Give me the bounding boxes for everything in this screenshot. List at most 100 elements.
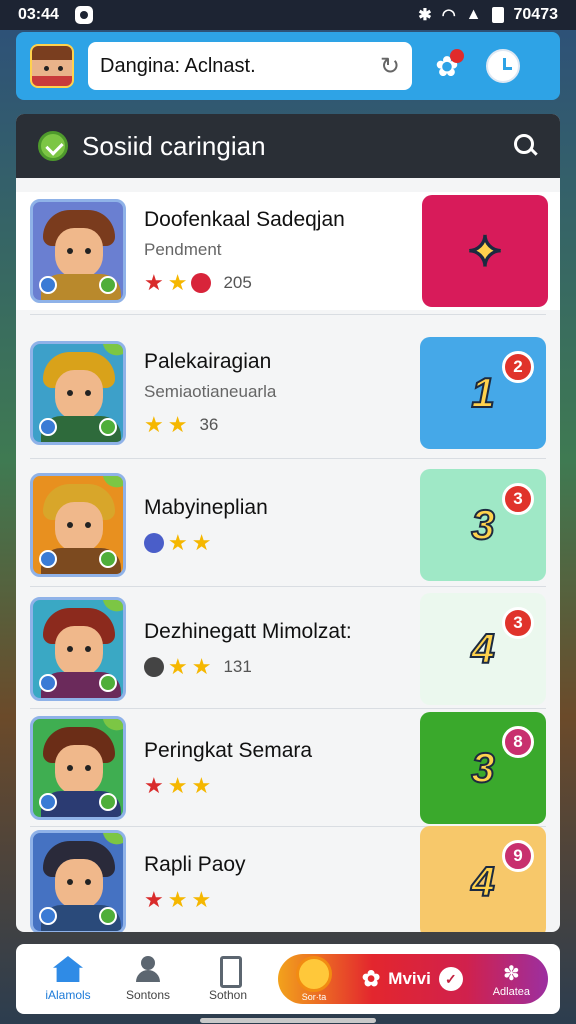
game-name: Rapli Paoy (144, 853, 246, 876)
game-rating: ★ ★ 36 (144, 414, 420, 436)
game-avatar[interactable] (30, 597, 126, 701)
leaf-icon (102, 476, 123, 492)
panel-title: Sosiid caringian (82, 130, 266, 161)
star-icon: ★ (168, 654, 188, 679)
game-name: Palekairagian (144, 350, 272, 373)
people-icon (133, 956, 163, 982)
promo-right-label: Adlatea (492, 985, 530, 998)
badge-icon (99, 793, 117, 811)
game-row[interactable]: Mabyineplian ★ ★ 3 3 (30, 468, 546, 582)
star-icon: ★ (167, 887, 188, 912)
history-button[interactable] (482, 45, 524, 87)
star-icon: ★ (191, 654, 212, 679)
game-count: 205 (223, 273, 252, 292)
badge-icon (39, 793, 57, 811)
avatar[interactable] (30, 44, 74, 88)
leaf-icon (102, 344, 123, 360)
star-icon: ★ (144, 270, 164, 295)
promo-button[interactable]: Sor·ta ✿ Mvivi ✓ ✽ Adlatea (278, 954, 548, 1004)
badge-icon (39, 550, 57, 568)
rank-button[interactable]: 3 8 (420, 712, 546, 824)
promo-label: Mvivi (388, 969, 431, 988)
nav-item-home[interactable]: iAlamols (28, 956, 108, 1002)
rank-button[interactable]: 3 3 (420, 469, 546, 581)
star-icon: ★ (144, 773, 164, 798)
clock-icon (486, 49, 520, 83)
game-avatar[interactable] (30, 473, 126, 577)
bottom-nav: iAlamols Sontons Sothon Sor·ta ✿ Mvivi ✓… (16, 944, 560, 1014)
star-icon: ★ (191, 887, 212, 912)
star-icon: ★ (191, 530, 212, 555)
rank-button[interactable]: 4 9 (420, 826, 546, 932)
nav-label-device: Sothon (208, 988, 248, 1002)
game-rating: ★ ★ 131 (144, 656, 420, 678)
badge-icon (39, 674, 57, 692)
home-icon (53, 956, 83, 982)
game-subtitle: Pendment (144, 240, 222, 259)
rank-badge: 3 (502, 483, 534, 515)
bluetooth-icon: ✱ (418, 7, 432, 24)
row-divider (30, 458, 546, 459)
signal-icon: ▲ (465, 6, 482, 23)
nav-label-friends: Sontons (125, 988, 171, 1002)
game-count: 36 (199, 415, 219, 434)
home-indicator[interactable] (200, 1018, 376, 1023)
game-rating: ★ ★ 205 (144, 272, 422, 294)
rank-button[interactable]: ✦ (422, 195, 548, 307)
ticket-icon (296, 956, 332, 992)
game-row[interactable]: Rapli Paoy ★ ★ ★ 4 9 (30, 826, 546, 932)
search-icon[interactable] (514, 134, 538, 158)
leaf-icon (102, 719, 123, 735)
game-avatar[interactable] (30, 341, 126, 445)
app-notification-icon (74, 6, 93, 24)
game-row[interactable]: Dezhinegatt Mimolzat: ★ ★ 131 4 3 (30, 593, 546, 705)
badge-icon (99, 674, 117, 692)
game-avatar[interactable] (30, 716, 126, 820)
rank-badge: 8 (502, 726, 534, 758)
badge-icon (39, 418, 57, 436)
game-name: Doofenkaal Sadeqjan (144, 208, 345, 231)
game-name: Peringkat Semara (144, 739, 313, 762)
nav-item-device[interactable]: Sothon (188, 956, 268, 1002)
star-flower-icon: ✽ (502, 962, 520, 985)
star-icon: ★ (167, 773, 188, 798)
game-rating: ★ ★ (144, 532, 420, 554)
rank-badge: 9 (502, 840, 534, 872)
row-divider (30, 586, 546, 587)
badge-icon (39, 276, 57, 294)
rank-badge: 2 (502, 351, 534, 383)
nav-item-friends[interactable]: Sontons (108, 956, 188, 1002)
rank-number: 4 (470, 624, 495, 673)
star-icon: ★ (144, 887, 164, 912)
game-row[interactable]: Doofenkaal Sadeqjan Pendment ★ ★ 205 ✦ (16, 192, 560, 310)
game-avatar[interactable] (30, 199, 126, 303)
battery-icon (491, 7, 504, 23)
rank-badge: 3 (502, 607, 534, 639)
refresh-icon[interactable]: ↻ (380, 52, 400, 81)
rank-button[interactable]: 1 2 (420, 337, 546, 449)
game-row[interactable]: Peringkat Semara ★ ★ ★ 3 8 (30, 712, 546, 824)
search-input[interactable]: Dangina: Aclnast. ↻ (88, 42, 412, 90)
rank-number: 4 (470, 857, 495, 906)
leaf-icon (102, 833, 123, 849)
game-subtitle: Semiaotianeuarla (144, 382, 277, 401)
game-avatar[interactable] (30, 830, 126, 932)
game-row[interactable]: Palekairagian Semiaotianeuarla ★ ★ 36 1 2 (30, 332, 546, 454)
star-icon: ★ (144, 412, 164, 437)
badge-icon (99, 550, 117, 568)
leaderboard-panel: Sosiid caringian Doofenkaal Sadeqjan Pen… (16, 114, 560, 932)
notification-button[interactable]: ✿ (426, 45, 468, 87)
rank-button[interactable]: 4 3 (420, 593, 546, 705)
game-name: Dezhinegatt Mimolzat: (144, 620, 352, 643)
rank-number: 3 (470, 743, 495, 792)
status-time: 03:44 (18, 6, 59, 23)
panel-header: Sosiid caringian (16, 114, 560, 178)
rank-number: 3 (470, 500, 495, 549)
search-input-value: Dangina: Aclnast. (100, 54, 256, 77)
nav-label-home: iAlamols (45, 988, 91, 1002)
star-icon: ★ (191, 773, 212, 798)
arrow-icon: ✦ (466, 227, 503, 276)
notification-dot (450, 49, 464, 63)
status-right-text: 70473 (513, 6, 559, 23)
game-rating: ★ ★ ★ (144, 889, 420, 911)
